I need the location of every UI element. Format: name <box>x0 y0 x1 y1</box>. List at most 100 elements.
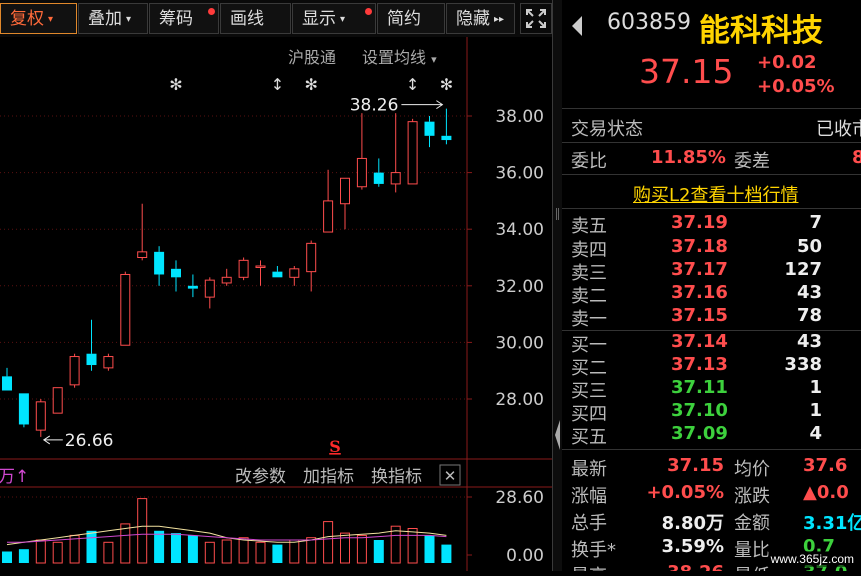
candle-body[interactable] <box>204 279 215 298</box>
book-level-price[interactable]: 37.19 <box>671 212 728 233</box>
event-marker-icon[interactable]: ↕ <box>406 75 419 94</box>
event-marker-icon[interactable]: ✻ <box>440 75 453 94</box>
toolbar-button-5[interactable]: 简约 <box>377 3 445 34</box>
volume-bar[interactable] <box>272 544 283 563</box>
candle-body[interactable] <box>137 251 148 258</box>
low-price-label: 26.66 <box>65 431 114 451</box>
chevron-left-icon[interactable] <box>570 14 584 38</box>
volume-bar[interactable] <box>441 544 452 563</box>
event-marker-icon[interactable]: ✻ <box>169 75 182 94</box>
book-level-price[interactable]: 37.15 <box>671 305 728 326</box>
volume-bar[interactable] <box>238 537 249 564</box>
book-level-price[interactable]: 37.09 <box>671 423 728 444</box>
toolbar-button-3[interactable]: 画线 <box>220 3 291 34</box>
stat-label: 总手 <box>571 513 607 534</box>
candle-body[interactable] <box>289 268 300 278</box>
volume-bar[interactable] <box>221 539 232 564</box>
candle-body[interactable] <box>390 172 401 185</box>
book-level-price[interactable]: 37.18 <box>671 236 728 257</box>
book-level-price[interactable]: 37.11 <box>671 377 728 398</box>
fullscreen-button[interactable] <box>520 3 552 34</box>
book-level-price[interactable]: 37.16 <box>671 282 728 303</box>
candle-body[interactable] <box>306 242 317 273</box>
volume-bar[interactable] <box>154 530 165 563</box>
candle-body[interactable] <box>103 356 114 369</box>
volume-bar[interactable] <box>103 541 114 564</box>
candle-body[interactable] <box>424 121 435 136</box>
book-level-price[interactable]: 37.17 <box>671 259 728 280</box>
s-marker-icon[interactable]: S <box>329 437 341 456</box>
book-level-volume: 78 <box>796 305 822 326</box>
indicator-button[interactable]: 改参数 <box>235 467 286 487</box>
volume-bar[interactable] <box>2 551 12 564</box>
book-level-volume: 1 <box>809 400 822 421</box>
candle-body[interactable] <box>187 285 198 289</box>
volume-bar[interactable] <box>424 535 435 563</box>
event-marker-icon[interactable]: ✻ <box>304 75 317 94</box>
volume-bar[interactable] <box>52 541 63 564</box>
stat-value: 37.6 <box>803 455 848 476</box>
candle-body[interactable] <box>441 135 452 141</box>
candle-body[interactable] <box>18 393 29 425</box>
toolbar-button-label: 隐藏 <box>456 9 490 29</box>
indicator-button[interactable]: 加指标 <box>303 467 354 487</box>
divider <box>562 174 861 175</box>
candle-body[interactable] <box>86 353 97 366</box>
candle-body[interactable] <box>323 200 334 233</box>
volume-bar[interactable] <box>86 530 97 563</box>
volume-bar[interactable] <box>306 537 317 564</box>
candle-body[interactable] <box>238 259 249 278</box>
candle-body[interactable] <box>407 121 418 185</box>
candle-body[interactable] <box>373 172 384 184</box>
candle-body[interactable] <box>52 387 63 414</box>
kline-chart[interactable]: 38.00 36.00 34.00 32.00 30.00 28.00 38.26 26.66… <box>0 37 552 571</box>
volume-bar[interactable] <box>137 498 148 564</box>
index-label[interactable]: 沪股通 <box>288 44 336 68</box>
volume-bar[interactable] <box>187 535 198 563</box>
toolbar-button-2[interactable]: 筹码 <box>149 3 219 34</box>
candle-body[interactable] <box>272 271 283 278</box>
volume-bar[interactable] <box>255 541 266 564</box>
stat-value: 38.26 <box>667 562 724 571</box>
candle-body[interactable] <box>221 276 232 284</box>
candle-body[interactable] <box>2 376 12 391</box>
toolbar-button-label: 显示 <box>302 9 336 29</box>
volume-bar[interactable] <box>323 521 334 564</box>
volume-bar[interactable] <box>407 528 418 564</box>
toolbar-button-1[interactable]: 叠加 ▾ <box>78 3 148 34</box>
buy-l2-link[interactable]: 购买L2查看十档行情 <box>633 181 798 207</box>
indicator-button[interactable]: 换指标 <box>371 467 422 487</box>
event-marker-icon[interactable]: ↕ <box>271 75 284 94</box>
volume-bar[interactable] <box>35 539 46 564</box>
volume-bar[interactable] <box>18 549 29 563</box>
close-icon[interactable]: ✕ <box>444 467 457 485</box>
candle-body[interactable] <box>35 401 46 431</box>
book-level-price[interactable]: 37.14 <box>671 331 728 352</box>
toolbar-button-6[interactable]: 隐藏 ▸▸ <box>446 3 515 34</box>
panel-splitter[interactable] <box>553 0 562 571</box>
volume-bar[interactable] <box>171 533 181 563</box>
book-level-price[interactable]: 37.13 <box>671 354 728 375</box>
candle-body[interactable] <box>356 157 367 188</box>
toolbar-button-4[interactable]: 显示 ▾ <box>292 3 376 34</box>
candle-body[interactable] <box>340 177 350 205</box>
toolbar-button-0[interactable]: 复权 ▾ <box>0 3 77 34</box>
volume-bar[interactable] <box>373 540 384 563</box>
status-label: 交易状态 <box>571 119 643 140</box>
stat-value: 37.15 <box>667 455 724 476</box>
candle-body[interactable] <box>255 265 266 268</box>
candle-body[interactable] <box>171 268 181 278</box>
volume-bar[interactable] <box>356 534 367 564</box>
volume-bar[interactable] <box>204 541 215 564</box>
candle-body[interactable] <box>120 273 131 346</box>
volume-bar[interactable] <box>289 539 300 564</box>
volume-bar[interactable] <box>120 523 131 564</box>
book-level-price[interactable]: 37.10 <box>671 400 728 421</box>
candle-body[interactable] <box>69 356 80 386</box>
candle-body[interactable] <box>154 251 165 275</box>
ma-setting-button[interactable]: 设置均线 ▾ <box>362 44 437 68</box>
book-level-volume: 1 <box>809 377 822 398</box>
volume-tick-label: 0.00 <box>506 546 544 566</box>
kline-chart-area[interactable]: 38.00 36.00 34.00 32.00 30.00 28.00 38.26 26.66… <box>0 37 552 571</box>
chevron-down-icon: ▾ <box>48 14 54 25</box>
